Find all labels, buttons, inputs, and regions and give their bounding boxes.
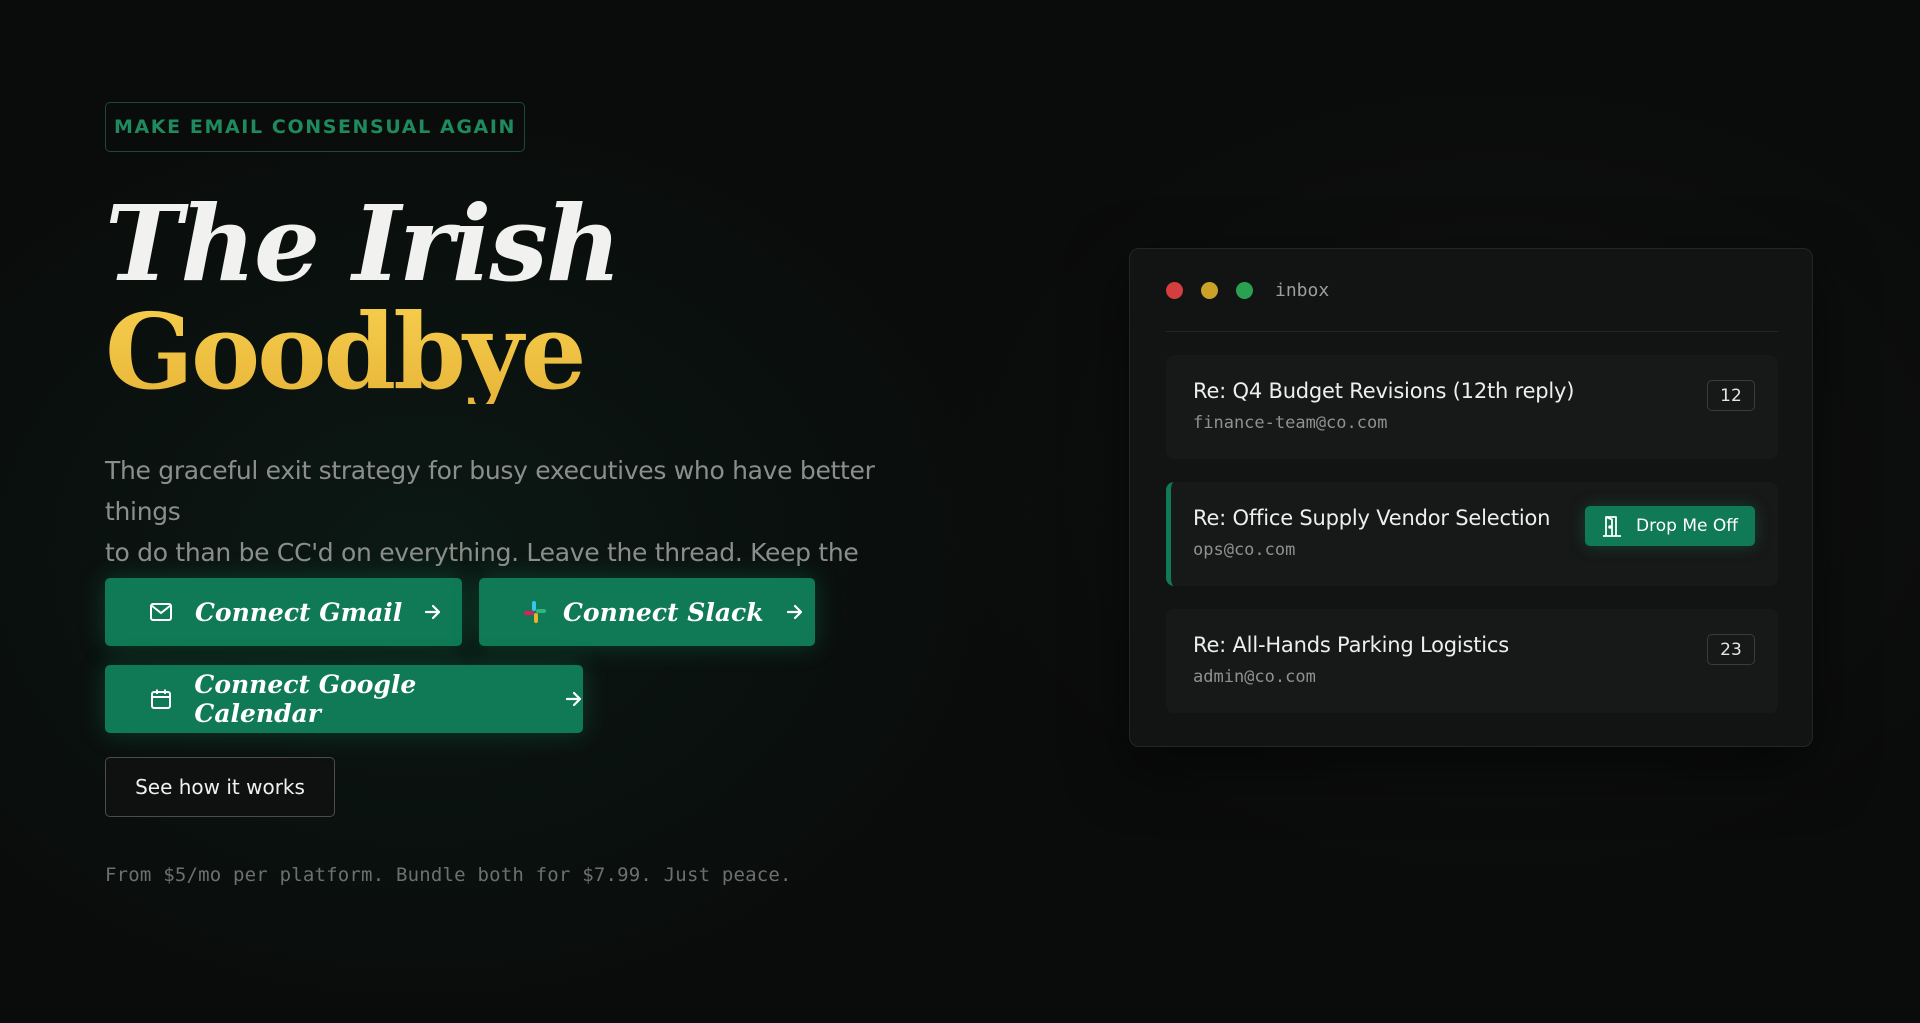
tagline-badge: MAKE EMAIL CONSENSUAL AGAIN: [105, 102, 525, 152]
see-how-it-works-button[interactable]: See how it works: [105, 757, 335, 817]
email-subject: Re: Office Supply Vendor Selection: [1193, 506, 1551, 530]
email-subject: Re: All-Hands Parking Logistics: [1193, 633, 1510, 657]
window-titlebar: inbox: [1166, 249, 1778, 332]
connect-slack-label: Connect Slack: [563, 597, 764, 627]
email-sender: finance-team@co.com: [1193, 413, 1388, 433]
connect-gmail-label: Connect Gmail: [195, 597, 403, 627]
hero-title-line1: The Irish: [105, 182, 621, 305]
email-row-active[interactable]: Re: Office Supply Vendor Selection ops@c…: [1166, 482, 1778, 586]
email-sender: ops@co.com: [1193, 540, 1296, 560]
landing-page: MAKE EMAIL CONSENSUAL AGAIN The Irish Go…: [0, 0, 1920, 1023]
inbox-window: inbox Re: Q4 Budget Revisions (12th repl…: [1129, 248, 1813, 747]
arrow-right-icon: [565, 691, 583, 707]
window-minimize-dot[interactable]: [1201, 281, 1218, 299]
drop-me-off-button[interactable]: Drop Me Off: [1585, 506, 1755, 546]
door-exit-icon: [1602, 515, 1622, 537]
email-row[interactable]: Re: Q4 Budget Revisions (12th reply) fin…: [1166, 355, 1778, 459]
calendar-icon: [149, 687, 172, 711]
email-row[interactable]: Re: All-Hands Parking Logistics admin@co…: [1166, 609, 1778, 713]
pricing-text: From $5/mo per platform. Bundle both for…: [105, 864, 792, 886]
reply-count-badge: 23: [1707, 634, 1755, 665]
hero-subtitle-line1: The graceful exit strategy for busy exec…: [105, 456, 875, 526]
hero-title-line2: Goodbye: [105, 300, 620, 404]
slack-icon: [523, 600, 547, 624]
drop-me-off-label: Drop Me Off: [1636, 516, 1738, 536]
arrow-right-icon: [786, 604, 804, 620]
arrow-right-icon: [424, 604, 442, 620]
mail-icon: [149, 600, 173, 624]
reply-count-badge: 12: [1707, 380, 1755, 411]
connect-slack-button[interactable]: Connect Slack: [479, 578, 815, 646]
window-maximize-dot[interactable]: [1236, 281, 1253, 299]
connect-google-calendar-label: Connect Google Calendar: [194, 670, 417, 728]
connect-google-calendar-button[interactable]: Connect Google Calendar: [105, 665, 583, 733]
email-subject: Re: Q4 Budget Revisions (12th reply): [1193, 379, 1575, 403]
email-sender: admin@co.com: [1193, 667, 1316, 687]
window-title: inbox: [1275, 279, 1330, 301]
window-close-dot[interactable]: [1166, 281, 1183, 299]
hero-title: The Irish Goodbye: [105, 182, 621, 404]
connect-gmail-button[interactable]: Connect Gmail: [105, 578, 462, 646]
